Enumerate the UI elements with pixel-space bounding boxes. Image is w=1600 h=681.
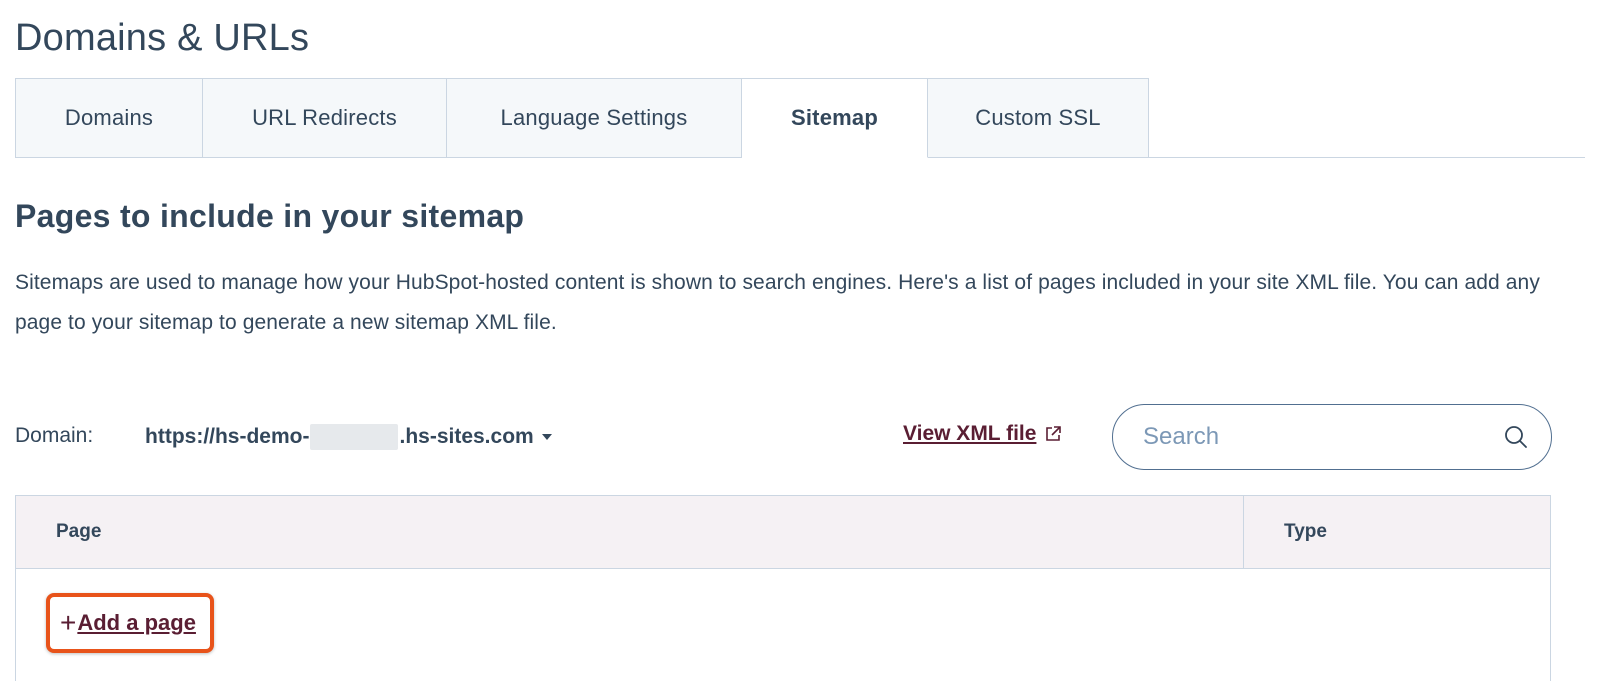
external-link-icon <box>1046 426 1062 441</box>
column-header-page[interactable]: Page <box>16 496 1244 568</box>
redacted-domain-segment <box>310 424 399 450</box>
page: Domains & URLs Domains URL Redirects Lan… <box>0 0 1600 681</box>
tab-sitemap[interactable]: Sitemap <box>742 78 928 158</box>
domain-label: Domain: <box>15 424 94 447</box>
add-page-label: Add a page <box>77 610 196 635</box>
domain-suffix: .hs-sites.com <box>399 425 534 448</box>
caret-down-icon <box>541 434 552 440</box>
search-input[interactable] <box>1141 422 1503 452</box>
page-title: Domains & URLs <box>15 17 310 59</box>
tab-language-settings[interactable]: Language Settings <box>447 78 742 158</box>
tab-custom-ssl[interactable]: Custom SSL <box>928 78 1149 158</box>
domain-prefix: https://hs-demo- <box>145 425 310 448</box>
tab-domains[interactable]: Domains <box>15 78 203 158</box>
sitemap-table: Page Type + Add a page <box>15 495 1551 681</box>
view-xml-file-link[interactable]: View XML file <box>903 422 1062 446</box>
view-xml-file-label: View XML file <box>903 422 1037 445</box>
search-box <box>1112 404 1552 470</box>
add-page-button[interactable]: + Add a page <box>60 609 196 637</box>
tab-url-redirects[interactable]: URL Redirects <box>203 78 447 158</box>
add-page-highlight: + Add a page <box>46 593 214 653</box>
domain-dropdown[interactable]: https://hs-demo- .hs-sites.com <box>145 420 552 454</box>
plus-icon: + <box>60 607 77 638</box>
search-icon[interactable] <box>1503 424 1529 450</box>
tab-bar: Domains URL Redirects Language Settings … <box>15 78 1149 158</box>
column-header-type[interactable]: Type <box>1244 496 1550 568</box>
table-header: Page Type <box>16 496 1550 569</box>
section-heading: Pages to include in your sitemap <box>15 198 525 234</box>
section-description: Sitemaps are used to manage how your Hub… <box>15 271 1540 334</box>
